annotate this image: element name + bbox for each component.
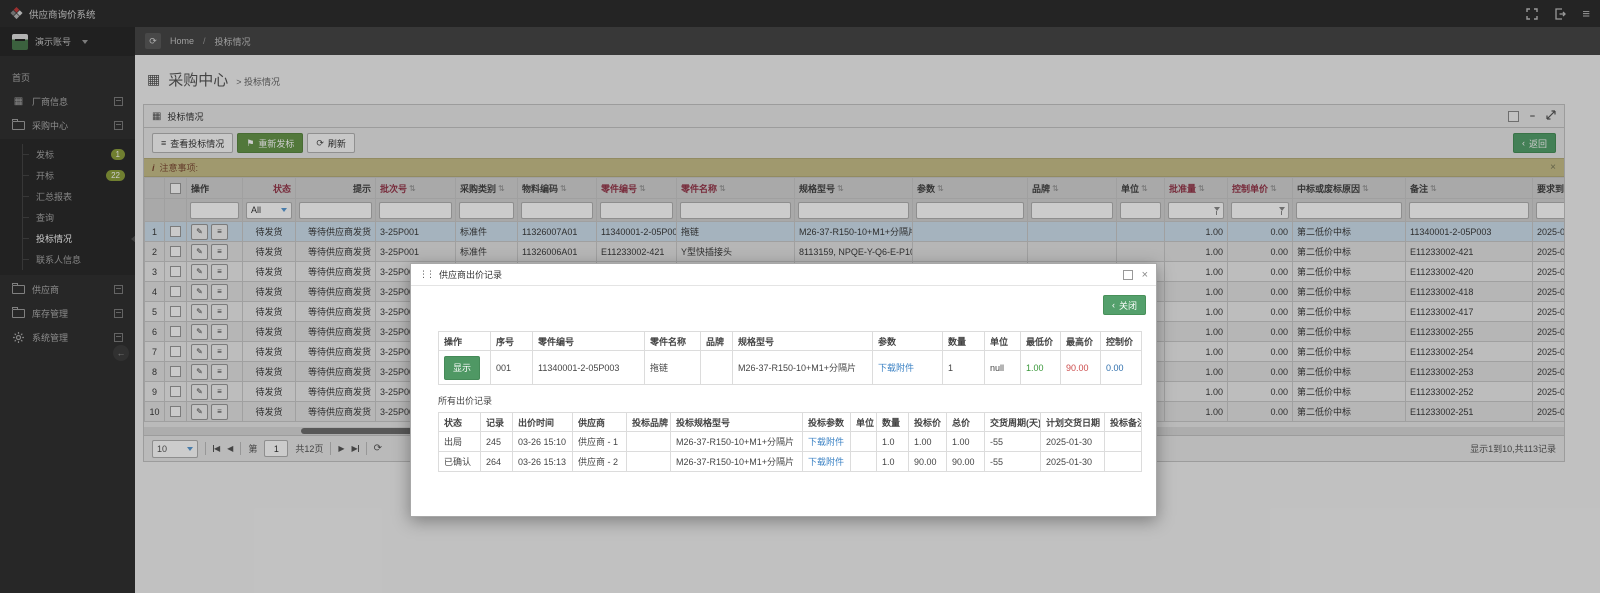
mcol-12: 计划交货日期 — [1041, 413, 1105, 432]
mcell-2: 03-26 15:10 — [513, 432, 573, 452]
mcol-2: 出价时间 — [513, 413, 573, 432]
mcell-13 — [1105, 432, 1142, 452]
mcell-11: 0.00 — [1101, 351, 1142, 385]
mcol-6: 投标参数 — [803, 413, 851, 432]
download-attachment-link[interactable]: 下载附件 — [808, 457, 844, 467]
mcol-4: 投标品牌 — [627, 413, 671, 432]
mcell-8: null — [985, 351, 1021, 385]
bid-records-table: 状态记录出价时间供应商投标品牌投标规格型号投标参数单位数量投标价总价交货周期(天… — [438, 412, 1142, 472]
mcell-13 — [1105, 452, 1142, 472]
supplier-bid-record-modal: ⋮⋮ 供应商出价记录 × ‹关闭 操作序号零件编号零件名称品牌规格型号参数数量单… — [410, 263, 1157, 517]
mcol-3: 供应商 — [573, 413, 627, 432]
modal-close-button[interactable]: ‹关闭 — [1103, 295, 1146, 315]
mcol-0: 操作 — [439, 332, 491, 351]
mcol-5: 投标规格型号 — [671, 413, 803, 432]
mcell-7: 1 — [943, 351, 985, 385]
mcell-7 — [851, 432, 877, 452]
mcol-10: 最高价 — [1061, 332, 1101, 351]
mcol-11: 控制价 — [1101, 332, 1142, 351]
mcol-1: 记录 — [481, 413, 513, 432]
mcol-13: 投标备注 — [1105, 413, 1142, 432]
app-root: 供应商询价系统 ≡ 演示账号 首页▦厂商信息采购中心发标1开标22汇总报表查询投… — [0, 0, 1600, 593]
part-summary-table: 操作序号零件编号零件名称品牌规格型号参数数量单位最低价最高价控制价显示00111… — [438, 331, 1142, 385]
mcell-12: 2025-01-30 — [1041, 432, 1105, 452]
mcol-5: 规格型号 — [733, 332, 873, 351]
mcol-8: 单位 — [985, 332, 1021, 351]
mcell-6: 下载附件 — [803, 432, 851, 452]
mcell-4 — [701, 351, 733, 385]
mcell-9: 1.00 — [1021, 351, 1061, 385]
mcell-2: 11340001-2-05P003 — [533, 351, 645, 385]
mcell-2: 03-26 15:13 — [513, 452, 573, 472]
mcell-0: 已确认 — [439, 452, 481, 472]
mcell-3: 拖链 — [645, 351, 701, 385]
mcell-0: 显示 — [439, 351, 491, 385]
mcell-11: -55 — [985, 432, 1041, 452]
mcol-9: 投标价 — [909, 413, 947, 432]
mcell-8: 1.0 — [877, 432, 909, 452]
mcol-2: 零件编号 — [533, 332, 645, 351]
mcol-8: 数量 — [877, 413, 909, 432]
mcell-1: 264 — [481, 452, 513, 472]
mcell-12: 2025-01-30 — [1041, 452, 1105, 472]
show-button[interactable]: 显示 — [444, 356, 480, 380]
download-attachment-link[interactable]: 下载附件 — [808, 437, 844, 447]
mcell-6: 下载附件 — [873, 351, 943, 385]
mcell-9: 90.00 — [909, 452, 947, 472]
mcell-4 — [627, 432, 671, 452]
close-icon[interactable]: × — [1142, 269, 1148, 281]
mcol-7: 数量 — [943, 332, 985, 351]
mcol-7: 单位 — [851, 413, 877, 432]
mcell-3: 供应商 - 2 — [573, 452, 627, 472]
mcol-0: 状态 — [439, 413, 481, 432]
table-row: 已确认26403-26 15:13供应商 - 2 M26-37-R150-10+M… — [439, 452, 1142, 472]
mcell-9: 1.00 — [909, 432, 947, 452]
mcell-1: 001 — [491, 351, 533, 385]
mcell-5: M26-37-R150-10+M1+分隔片 — [671, 432, 803, 452]
mcell-10: 90.00 — [947, 452, 985, 472]
table-row: 显示 00111340001-2-05P003拖链 M26-37-R150-10+M… — [439, 351, 1142, 385]
chevron-left-icon: ‹ — [1112, 300, 1115, 310]
mcol-4: 品牌 — [701, 332, 733, 351]
mcell-5: M26-37-R150-10+M1+分隔片 — [671, 452, 803, 472]
download-attachment-link[interactable]: 下载附件 — [878, 363, 914, 373]
modal-body: ‹关闭 操作序号零件编号零件名称品牌规格型号参数数量单位最低价最高价控制价显示0… — [411, 286, 1156, 472]
maximize-icon[interactable] — [1123, 270, 1133, 280]
table-row: 出局24503-26 15:10供应商 - 1 M26-37-R150-10+M1… — [439, 432, 1142, 452]
mcol-6: 参数 — [873, 332, 943, 351]
mcol-1: 序号 — [491, 332, 533, 351]
mcol-9: 最低价 — [1021, 332, 1061, 351]
modal-title: 供应商出价记录 — [439, 268, 502, 281]
mcell-10: 90.00 — [1061, 351, 1101, 385]
records-label: 所有出价记录 — [438, 394, 1139, 407]
mcell-8: 1.0 — [877, 452, 909, 472]
mcell-0: 出局 — [439, 432, 481, 452]
mcell-5: M26-37-R150-10+M1+分隔片 — [733, 351, 873, 385]
mcol-11: 交货周期(天) — [985, 413, 1041, 432]
mcol-3: 零件名称 — [645, 332, 701, 351]
mcol-10: 总价 — [947, 413, 985, 432]
mcell-10: 1.00 — [947, 432, 985, 452]
modal-header: ⋮⋮ 供应商出价记录 × — [411, 264, 1156, 286]
mcell-4 — [627, 452, 671, 472]
mcell-6: 下载附件 — [803, 452, 851, 472]
mcell-3: 供应商 - 1 — [573, 432, 627, 452]
mcell-1: 245 — [481, 432, 513, 452]
drag-handle-icon[interactable]: ⋮⋮ — [419, 269, 433, 280]
mcell-11: -55 — [985, 452, 1041, 472]
mcell-7 — [851, 452, 877, 472]
